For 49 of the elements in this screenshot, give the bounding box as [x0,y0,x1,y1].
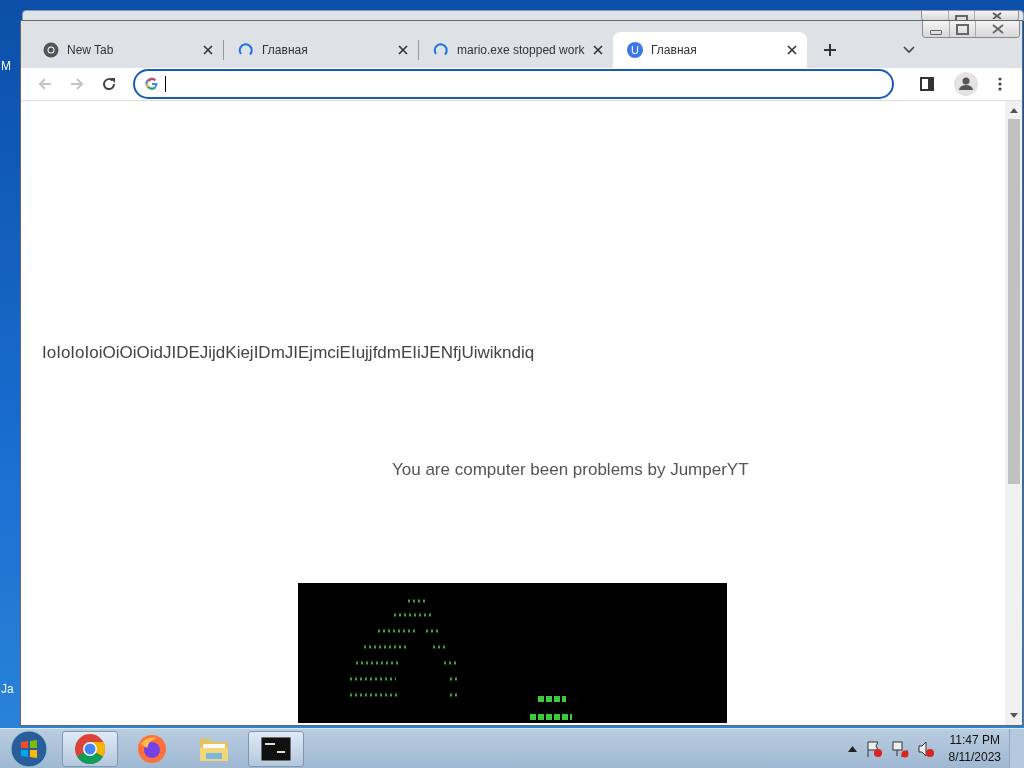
minimize-button[interactable] [923,21,949,37]
terminal-icon [261,736,291,761]
clock[interactable]: 11:47 PM 8/11/2023 [948,731,1001,766]
chrome-icon [74,732,106,765]
page-heading: IoIoIoIoiOiOiOidJIDEJijdKiejIDmJIEjmciEIujjfdmEIiJENfjUiwikndiq [42,343,536,363]
tab-title: New Tab [67,43,115,57]
desktop-icon-label: Ja [1,682,14,696]
tab-title: Главная [262,43,309,57]
side-panel-icon[interactable] [920,77,934,91]
loading-spinner-icon [238,42,254,58]
address-bar[interactable] [133,69,894,99]
flag-icon[interactable] [864,739,883,758]
close-icon[interactable] [787,45,797,55]
firefox-icon [137,733,167,764]
tab-search-icon[interactable] [903,46,915,54]
close-icon[interactable] [203,45,213,55]
taskbar-app[interactable] [248,730,304,767]
page-tagline: You are computer been problems by JumperYT [392,460,750,480]
menu-icon[interactable] [998,77,1002,91]
browser-tab[interactable]: Главная [224,32,418,68]
tab-title: mario.exe stopped work [457,43,585,57]
profile-icon[interactable] [954,72,978,96]
scroll-up-icon[interactable] [1009,107,1018,113]
google-icon [145,77,159,91]
show-hidden-icons-icon[interactable] [847,745,857,752]
close-icon[interactable] [593,45,603,55]
scroll-down-icon[interactable] [1009,713,1018,719]
chrome-icon [43,42,59,58]
start-button[interactable] [10,729,48,768]
close-icon[interactable] [398,45,408,55]
browser-tab[interactable]: mario.exe stopped work [419,32,613,68]
network-icon[interactable] [890,739,909,758]
new-tab-icon[interactable] [823,43,837,57]
close-button[interactable] [974,11,1018,20]
desktop-icon-label: M [1,59,11,73]
close-icon [991,12,1002,19]
close-icon [990,24,1005,34]
browser-tab[interactable]: U Главная [613,32,807,68]
reload-icon[interactable] [101,76,117,92]
browser-tab[interactable]: New Tab [29,32,223,68]
site-icon: U [627,42,643,58]
loading-spinner-icon [433,42,449,58]
speaker-icon[interactable] [916,739,935,758]
scrollbar[interactable] [1005,101,1022,725]
tab-title: Главная [651,43,698,57]
close-button[interactable] [975,21,1019,37]
maximize-button[interactable] [949,21,975,37]
clock-time: 11:47 PM [949,731,1000,749]
clock-date: 8/11/2023 [948,748,1001,766]
